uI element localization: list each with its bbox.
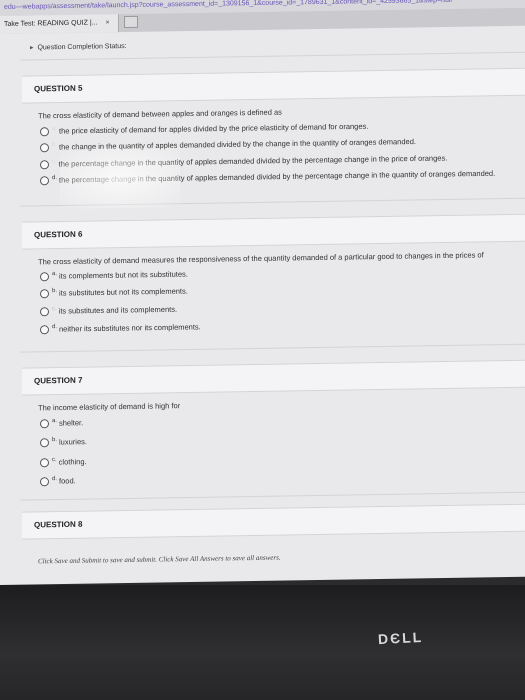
radio-button[interactable]: [40, 458, 49, 468]
q5-option-a[interactable]: a. the price elasticity of demand for app…: [40, 121, 369, 137]
question-completion-status-toggle[interactable]: ▸ Question Completion Status:: [30, 42, 127, 52]
option-text: shelter.: [59, 418, 84, 428]
browser-tab[interactable]: Take Test: READING QUIZ |... ×: [0, 14, 119, 34]
option-text: its substitutes and its complements.: [58, 304, 178, 316]
q6-option-b[interactable]: b. its substitutes but not its complement…: [40, 286, 188, 299]
save-instructions: Click Save and Submit to save and submit…: [38, 553, 281, 566]
radio-button[interactable]: [40, 325, 49, 335]
radio-button[interactable]: [40, 289, 49, 299]
question-5-stem: The cross elasticity of demand between a…: [38, 107, 282, 121]
new-tab-button[interactable]: [123, 15, 138, 29]
radio-button[interactable]: [40, 307, 49, 317]
divider: [20, 51, 525, 61]
radio-button[interactable]: [40, 272, 49, 282]
question-8-header: QUESTION 8: [22, 503, 525, 540]
radio-button[interactable]: [40, 176, 49, 186]
option-text: the percentage change in the quantity of…: [58, 153, 448, 169]
radio-button[interactable]: [40, 143, 49, 153]
q6-option-d[interactable]: d. neither its substitutes nor its comple…: [40, 322, 201, 335]
radio-button[interactable]: [40, 438, 49, 448]
question-title: QUESTION 6: [34, 229, 83, 240]
question-title: QUESTION 7: [34, 375, 83, 386]
radio-button[interactable]: [40, 419, 49, 429]
option-text: its substitutes but not its complements.: [59, 286, 188, 298]
q7-option-d[interactable]: d. food.: [40, 476, 76, 487]
radio-button[interactable]: [40, 477, 49, 487]
q7-option-c[interactable]: c. clothing.: [40, 457, 87, 468]
option-text: luxuries.: [59, 437, 87, 447]
option-text: clothing.: [58, 457, 87, 467]
divider: [20, 343, 525, 353]
q5-option-c[interactable]: c. the percentage change in the quantity …: [40, 153, 448, 170]
question-6-header: QUESTION 6: [22, 213, 525, 250]
divider: [20, 491, 525, 501]
option-text: neither its substitutes nor its compleme…: [59, 322, 201, 334]
expand-arrow-icon: ▸: [30, 44, 34, 52]
q5-option-d[interactable]: d. the percentage change in the quantity …: [40, 168, 496, 186]
radio-button[interactable]: [40, 160, 49, 170]
q5-option-b[interactable]: b. the change in the quantity of apples d…: [40, 136, 416, 153]
laptop-screen: edu—webapps/assessment/take/launch.jsp?c…: [0, 0, 525, 586]
q7-option-b[interactable]: b. luxuries.: [40, 437, 87, 448]
option-text: the change in the quantity of apples dem…: [59, 136, 416, 152]
option-text: food.: [59, 476, 76, 486]
question-title: QUESTION 8: [34, 519, 83, 530]
q7-option-a[interactable]: a. shelter.: [40, 418, 83, 429]
option-text: the price elasticity of demand for apple…: [59, 121, 369, 136]
divider: [20, 197, 525, 207]
tab-title: Take Test: READING QUIZ |...: [4, 19, 98, 28]
dell-logo: DЄLL: [377, 628, 424, 648]
question-5-header: QUESTION 5: [22, 67, 525, 104]
radio-button[interactable]: [40, 127, 49, 137]
question-6-stem: The cross elasticity of demand measures …: [38, 250, 484, 267]
question-7-stem: The income elasticity of demand is high …: [38, 401, 181, 413]
question-7-header: QUESTION 7: [22, 359, 525, 396]
option-text: its complements but not its substitutes.: [59, 269, 188, 281]
q6-option-a[interactable]: a. its complements but not its substitute…: [40, 269, 188, 282]
status-toggle-label: Question Completion Status:: [37, 43, 127, 52]
close-icon[interactable]: ×: [105, 19, 109, 26]
q6-option-c[interactable]: c. its substitutes and its complements.: [40, 304, 178, 317]
option-text: the percentage change in the quantity of…: [59, 168, 496, 185]
question-title: QUESTION 5: [34, 83, 83, 94]
laptop-bezel: [0, 585, 525, 700]
